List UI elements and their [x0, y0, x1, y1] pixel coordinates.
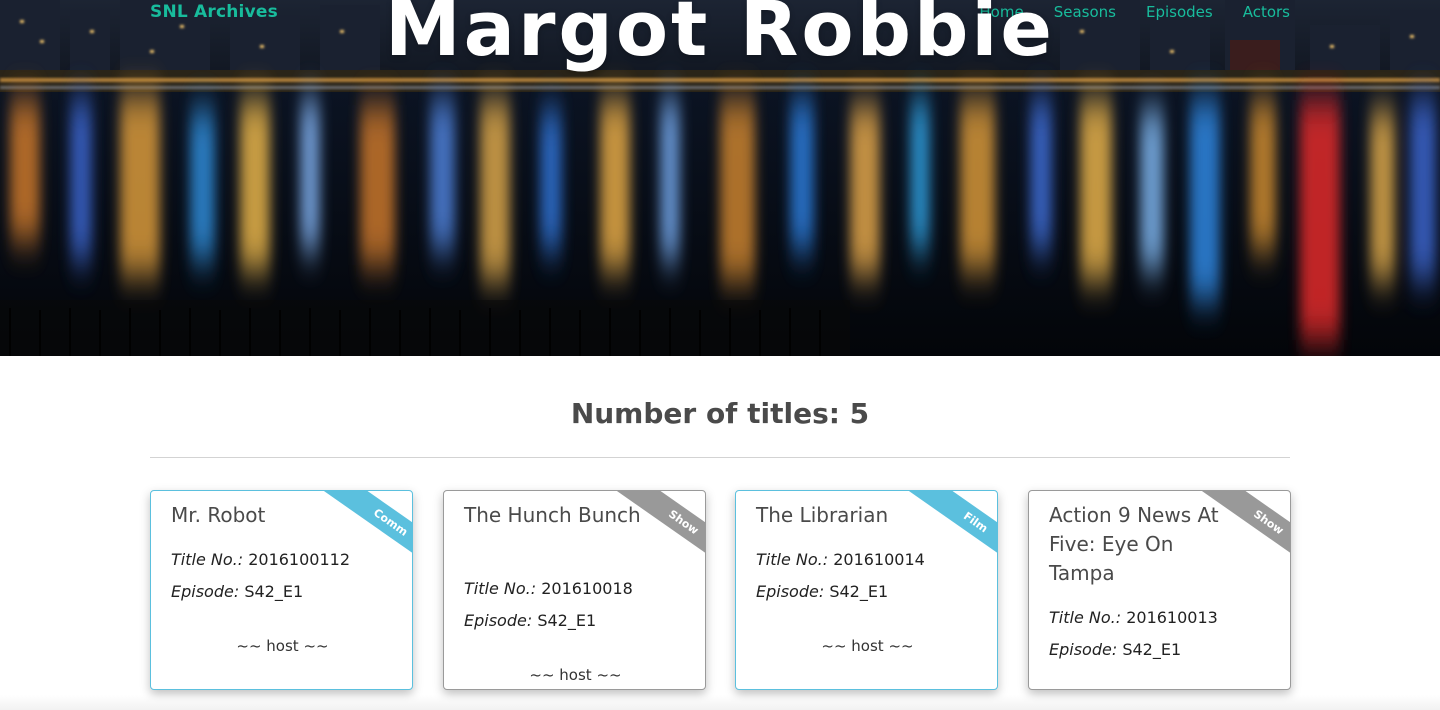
title-number: Title No.: 2016100112 — [171, 549, 350, 571]
title-number-value: 201610013 — [1126, 608, 1218, 627]
page-title: Margot Robbie — [385, 0, 1055, 73]
title-card[interactable]: Show Action 9 News At Five: Eye On Tampa… — [1028, 490, 1291, 690]
card-title: The Librarian — [756, 503, 889, 527]
title-number-value: 201610014 — [833, 550, 925, 569]
episode-value: S42_E1 — [537, 611, 597, 630]
title-card-list: Comm Mr. Robot Title No.: 2016100112 Epi… — [150, 490, 1291, 710]
episode-label: Episode: — [464, 611, 533, 630]
title-number: Title No.: 201610014 — [756, 549, 925, 571]
title-card[interactable]: Film The Librarian Title No.: 201610014 … — [735, 490, 998, 690]
episode-value: S42_E1 — [244, 582, 304, 601]
card-title: The Hunch Bunch — [464, 503, 641, 527]
title-number-value: 2016100112 — [248, 550, 350, 569]
title-number-value: 201610018 — [541, 579, 633, 598]
episode-value: S42_E1 — [829, 582, 889, 601]
title-number: Title No.: 201610018 — [464, 578, 633, 600]
card-title: Mr. Robot — [171, 503, 266, 527]
title-number: Title No.: 201610013 — [1049, 607, 1218, 629]
page-bottom-fade — [0, 695, 1440, 710]
episode-info: Episode: S42_E1 — [1049, 639, 1181, 661]
episode-info: Episode: S42_E1 — [171, 581, 303, 603]
episode-info: Episode: S42_E1 — [464, 610, 596, 632]
hero-banner: SNL Archives Home Seasons Episodes Actor… — [0, 0, 1440, 356]
title-card[interactable]: Comm Mr. Robot Title No.: 2016100112 Epi… — [150, 490, 413, 690]
title-number-label: Title No.: — [756, 550, 829, 569]
host-label: ~~ host ~~ — [529, 666, 622, 684]
episode-label: Episode: — [1049, 640, 1118, 659]
episode-label: Episode: — [171, 582, 240, 601]
host-label: ~~ host ~~ — [236, 637, 329, 655]
host-label: ~~ host ~~ — [821, 637, 914, 655]
title-number-label: Title No.: — [171, 550, 244, 569]
card-title: Action 9 News At Five: Eye On Tampa — [1049, 503, 1219, 585]
episode-value: S42_E1 — [1122, 640, 1182, 659]
episode-label: Episode: — [756, 582, 825, 601]
titles-count-heading: Number of titles: 5 — [570, 397, 870, 430]
divider — [150, 457, 1290, 458]
title-card[interactable]: Show The Hunch Bunch Title No.: 20161001… — [443, 490, 706, 690]
title-number-label: Title No.: — [464, 579, 537, 598]
title-number-label: Title No.: — [1049, 608, 1122, 627]
episode-info: Episode: S42_E1 — [756, 581, 888, 603]
